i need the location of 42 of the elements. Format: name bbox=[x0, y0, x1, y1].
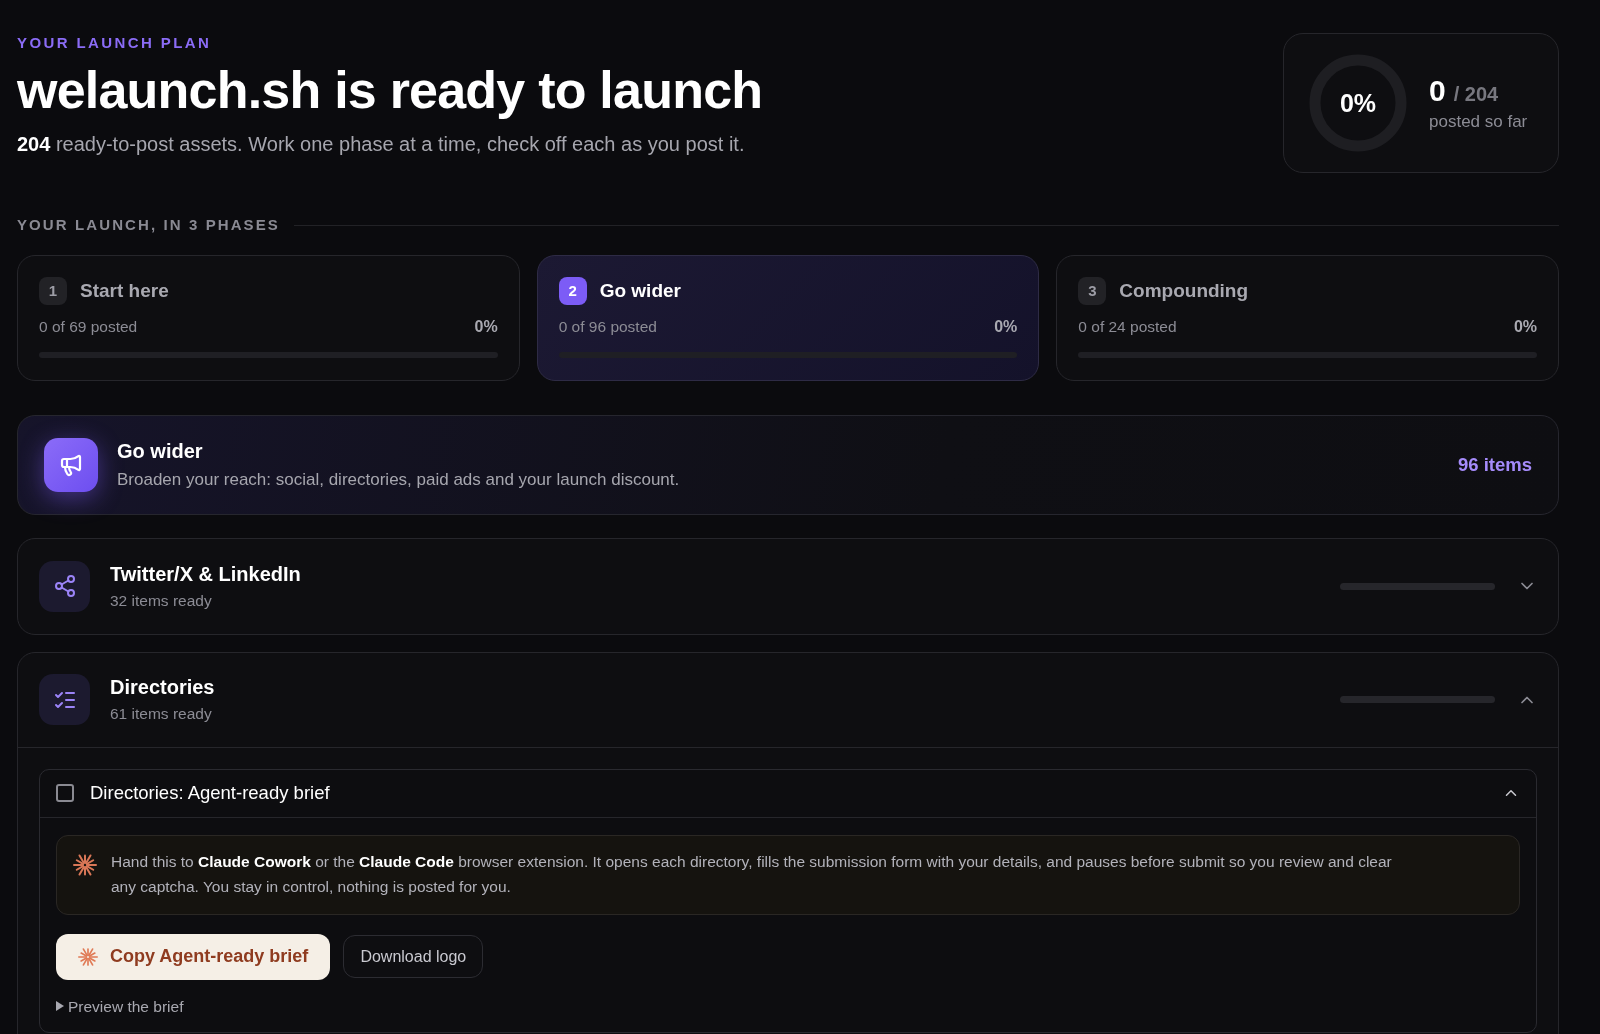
caret-icon bbox=[56, 1001, 64, 1012]
phase-number: 2 bbox=[558, 277, 587, 306]
phase-card[interactable]: 2 Go wider 0 of 96 posted 0% bbox=[536, 255, 1040, 381]
section-count: 61 items ready bbox=[110, 704, 213, 724]
phase-card[interactable]: 1 Start here 0 of 69 posted 0% bbox=[17, 255, 520, 381]
banner-title: Go wider bbox=[117, 438, 204, 464]
phase-number: 3 bbox=[1078, 277, 1107, 306]
phase-count: 0 of 24 posted bbox=[1078, 316, 1177, 337]
starburst-icon bbox=[73, 852, 97, 877]
download-button[interactable]: Download logo bbox=[343, 935, 484, 978]
checklist-icon bbox=[39, 674, 90, 725]
preview-toggle[interactable]: Preview the brief bbox=[56, 994, 184, 1018]
eyebrow-label: YOUR LAUNCH PLAN bbox=[17, 33, 213, 53]
starburst-icon bbox=[78, 946, 98, 967]
page-title: welaunch.sh is ready to launch bbox=[17, 60, 763, 120]
phase-number: 1 bbox=[39, 277, 67, 306]
phase-count: 0 of 96 posted bbox=[558, 316, 657, 337]
phase-percent: 0% bbox=[994, 316, 1018, 337]
section-title: Twitter/X & LinkedIn bbox=[110, 561, 302, 587]
megaphone-icon bbox=[44, 437, 98, 492]
copy-brief-button[interactable]: Copy Agent-ready brief bbox=[56, 933, 331, 980]
phase-name: Go wider bbox=[599, 279, 681, 303]
total-count: / 204 bbox=[1453, 81, 1499, 107]
banner-description: Broaden your reach: social, directories, paid ads and your launch discount. bbox=[117, 468, 681, 491]
phase-name: Start here bbox=[80, 279, 169, 303]
phase-percent: 0% bbox=[1513, 316, 1537, 337]
phase-count: 0 of 69 posted bbox=[39, 316, 138, 337]
items-count: 96 items bbox=[1457, 452, 1532, 477]
page-subtitle: 204 ready-to-post assets. Work one phase at a time, check off each as you post it. bbox=[17, 132, 746, 157]
section-count: 32 items ready bbox=[110, 590, 213, 611]
phase-card[interactable]: 3 Compounding 0 of 24 posted 0% bbox=[1056, 255, 1559, 381]
posted-caption: posted so far bbox=[1429, 110, 1528, 133]
section-heading: YOUR LAUNCH, IN 3 PHASES bbox=[17, 215, 280, 235]
phase-percent: 0% bbox=[474, 316, 498, 337]
progress-percent: 0% bbox=[1339, 90, 1377, 116]
posted-count: 0 bbox=[1429, 73, 1446, 108]
note-text: Hand this to Claude Cowork or the Claude Code browser extension. It opens each directory, fills the submission form with your details, and pauses before submit so you review and clear any captcha. You stay in control, nothing is posted for you. bbox=[111, 851, 1393, 897]
checkbox[interactable] bbox=[56, 784, 74, 802]
share-icon bbox=[39, 560, 90, 612]
phase-name: Compounding bbox=[1119, 279, 1249, 303]
item-title: Directories: Agent-ready brief bbox=[90, 781, 331, 806]
section-title: Directories bbox=[110, 675, 216, 700]
